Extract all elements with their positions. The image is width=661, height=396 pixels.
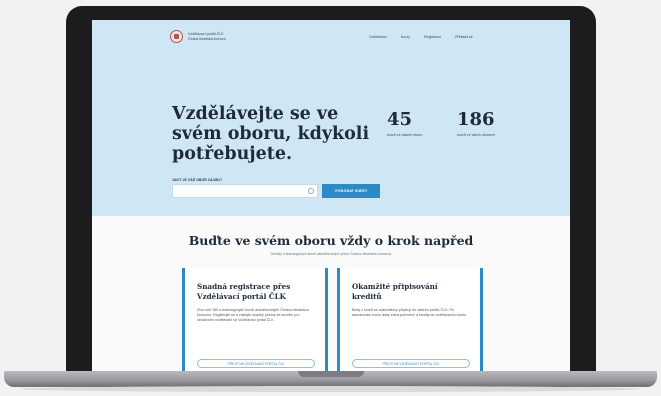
stat-number: 186: [457, 109, 495, 130]
section-subtitle: Desítky e-learningových kurzů akreditova…: [270, 252, 392, 256]
logo-line-2: Česká lékařská komora: [188, 36, 226, 41]
nav-item-vzdelavani[interactable]: Vzdělávání: [369, 35, 387, 39]
features-section: Buďte ve svém oboru vždy o krok napřed D…: [92, 216, 570, 376]
nav-item-kurzy[interactable]: Kurzy: [401, 35, 410, 39]
card-title: Okamžité připisování kreditů: [352, 282, 438, 301]
main-nav: Vzdělávání Kurzy Registrace Přihlásit se: [369, 35, 473, 39]
feature-card-credits: Okamžité připisování kreditů Body z kurz…: [337, 268, 483, 376]
laptop-shadow: [20, 386, 641, 392]
section-title: Buďte ve svém oboru vždy o krok napřed: [188, 233, 474, 248]
browser-screen: Vzdělávací portál ČLK Česká lékařská kom…: [92, 20, 570, 376]
site-logo[interactable]: Vzdělávací portál ČLK Česká lékařská kom…: [170, 30, 240, 43]
card-portal-link-button[interactable]: PŘEJÍT NA VZDĚLÁVACÍ PORTÁL ČLK: [197, 359, 315, 368]
nav-item-login[interactable]: Přihlásit se: [455, 35, 473, 39]
nav-item-registrace[interactable]: Registrace: [424, 35, 441, 39]
card-text: Body z kurzů se automaticky připisují do…: [352, 308, 468, 318]
stat-all-courses: 186 kurzů ve všech oborech: [457, 110, 497, 138]
search-label: JAKÝ JE VÁŠ OBOR ZÁJMU?: [172, 178, 223, 182]
hero-section: Vzdělávací portál ČLK Česká lékařská kom…: [92, 20, 570, 216]
card-title: Snadná registrace přes Vzdělávací portál…: [197, 282, 291, 301]
stat-number: 45: [387, 109, 413, 130]
stat-field-courses: 45 kurzů ve vašem oboru: [387, 110, 427, 138]
stat-label: kurzů ve všech oborech: [457, 133, 495, 137]
card-portal-link-button[interactable]: PŘEJÍT NA VZDĚLÁVACÍ PORTÁL ČLK: [352, 359, 470, 368]
feature-card-registration: Snadná registrace přes Vzdělávací portál…: [182, 268, 328, 376]
clear-icon[interactable]: [308, 188, 314, 194]
field-search-input[interactable]: [172, 184, 318, 198]
laptop-notch: [298, 371, 364, 377]
stat-label: kurzů ve vašem oboru: [387, 133, 423, 137]
card-text: Více než 180 e-learningových kurzů akred…: [197, 308, 309, 323]
search-courses-button[interactable]: VYHLEDAT KURZY: [322, 184, 380, 198]
seal-icon: [170, 30, 183, 43]
hero-title: Vzdělávejte se ve svém oboru, kdykoli po…: [172, 104, 370, 164]
